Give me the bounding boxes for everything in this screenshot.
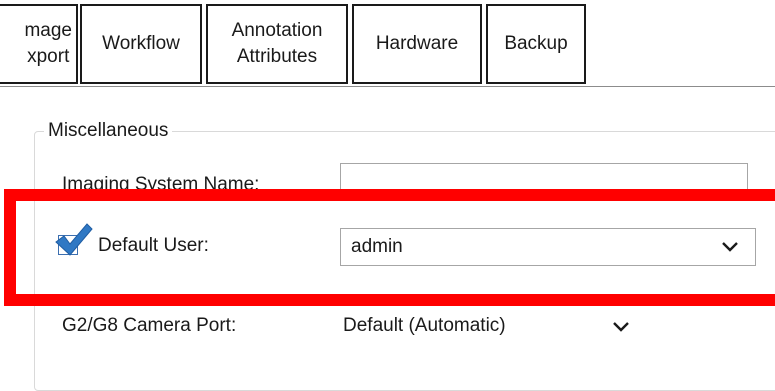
tab-strip: mage xport Workflow Annotation Attribute… <box>0 0 775 90</box>
group-title: Miscellaneous <box>44 119 173 143</box>
highlight-box <box>4 189 775 306</box>
tab-backup[interactable]: Backup <box>486 4 586 84</box>
tab-divider <box>0 86 775 87</box>
camera-port-dropdown[interactable]: Default (Automatic) <box>340 310 640 342</box>
camera-port-value: Default (Automatic) <box>343 315 506 336</box>
tab-hardware[interactable]: Hardware <box>352 4 482 84</box>
tab-image-export[interactable]: mage xport <box>0 4 78 84</box>
tab-workflow[interactable]: Workflow <box>80 4 202 84</box>
tab-annotation-attributes[interactable]: Annotation Attributes <box>206 4 348 84</box>
chevron-down-icon <box>613 322 629 332</box>
camera-port-label: G2/G8 Camera Port: <box>62 315 237 336</box>
imaging-system-name-label: Imaging System Name: <box>62 174 260 190</box>
